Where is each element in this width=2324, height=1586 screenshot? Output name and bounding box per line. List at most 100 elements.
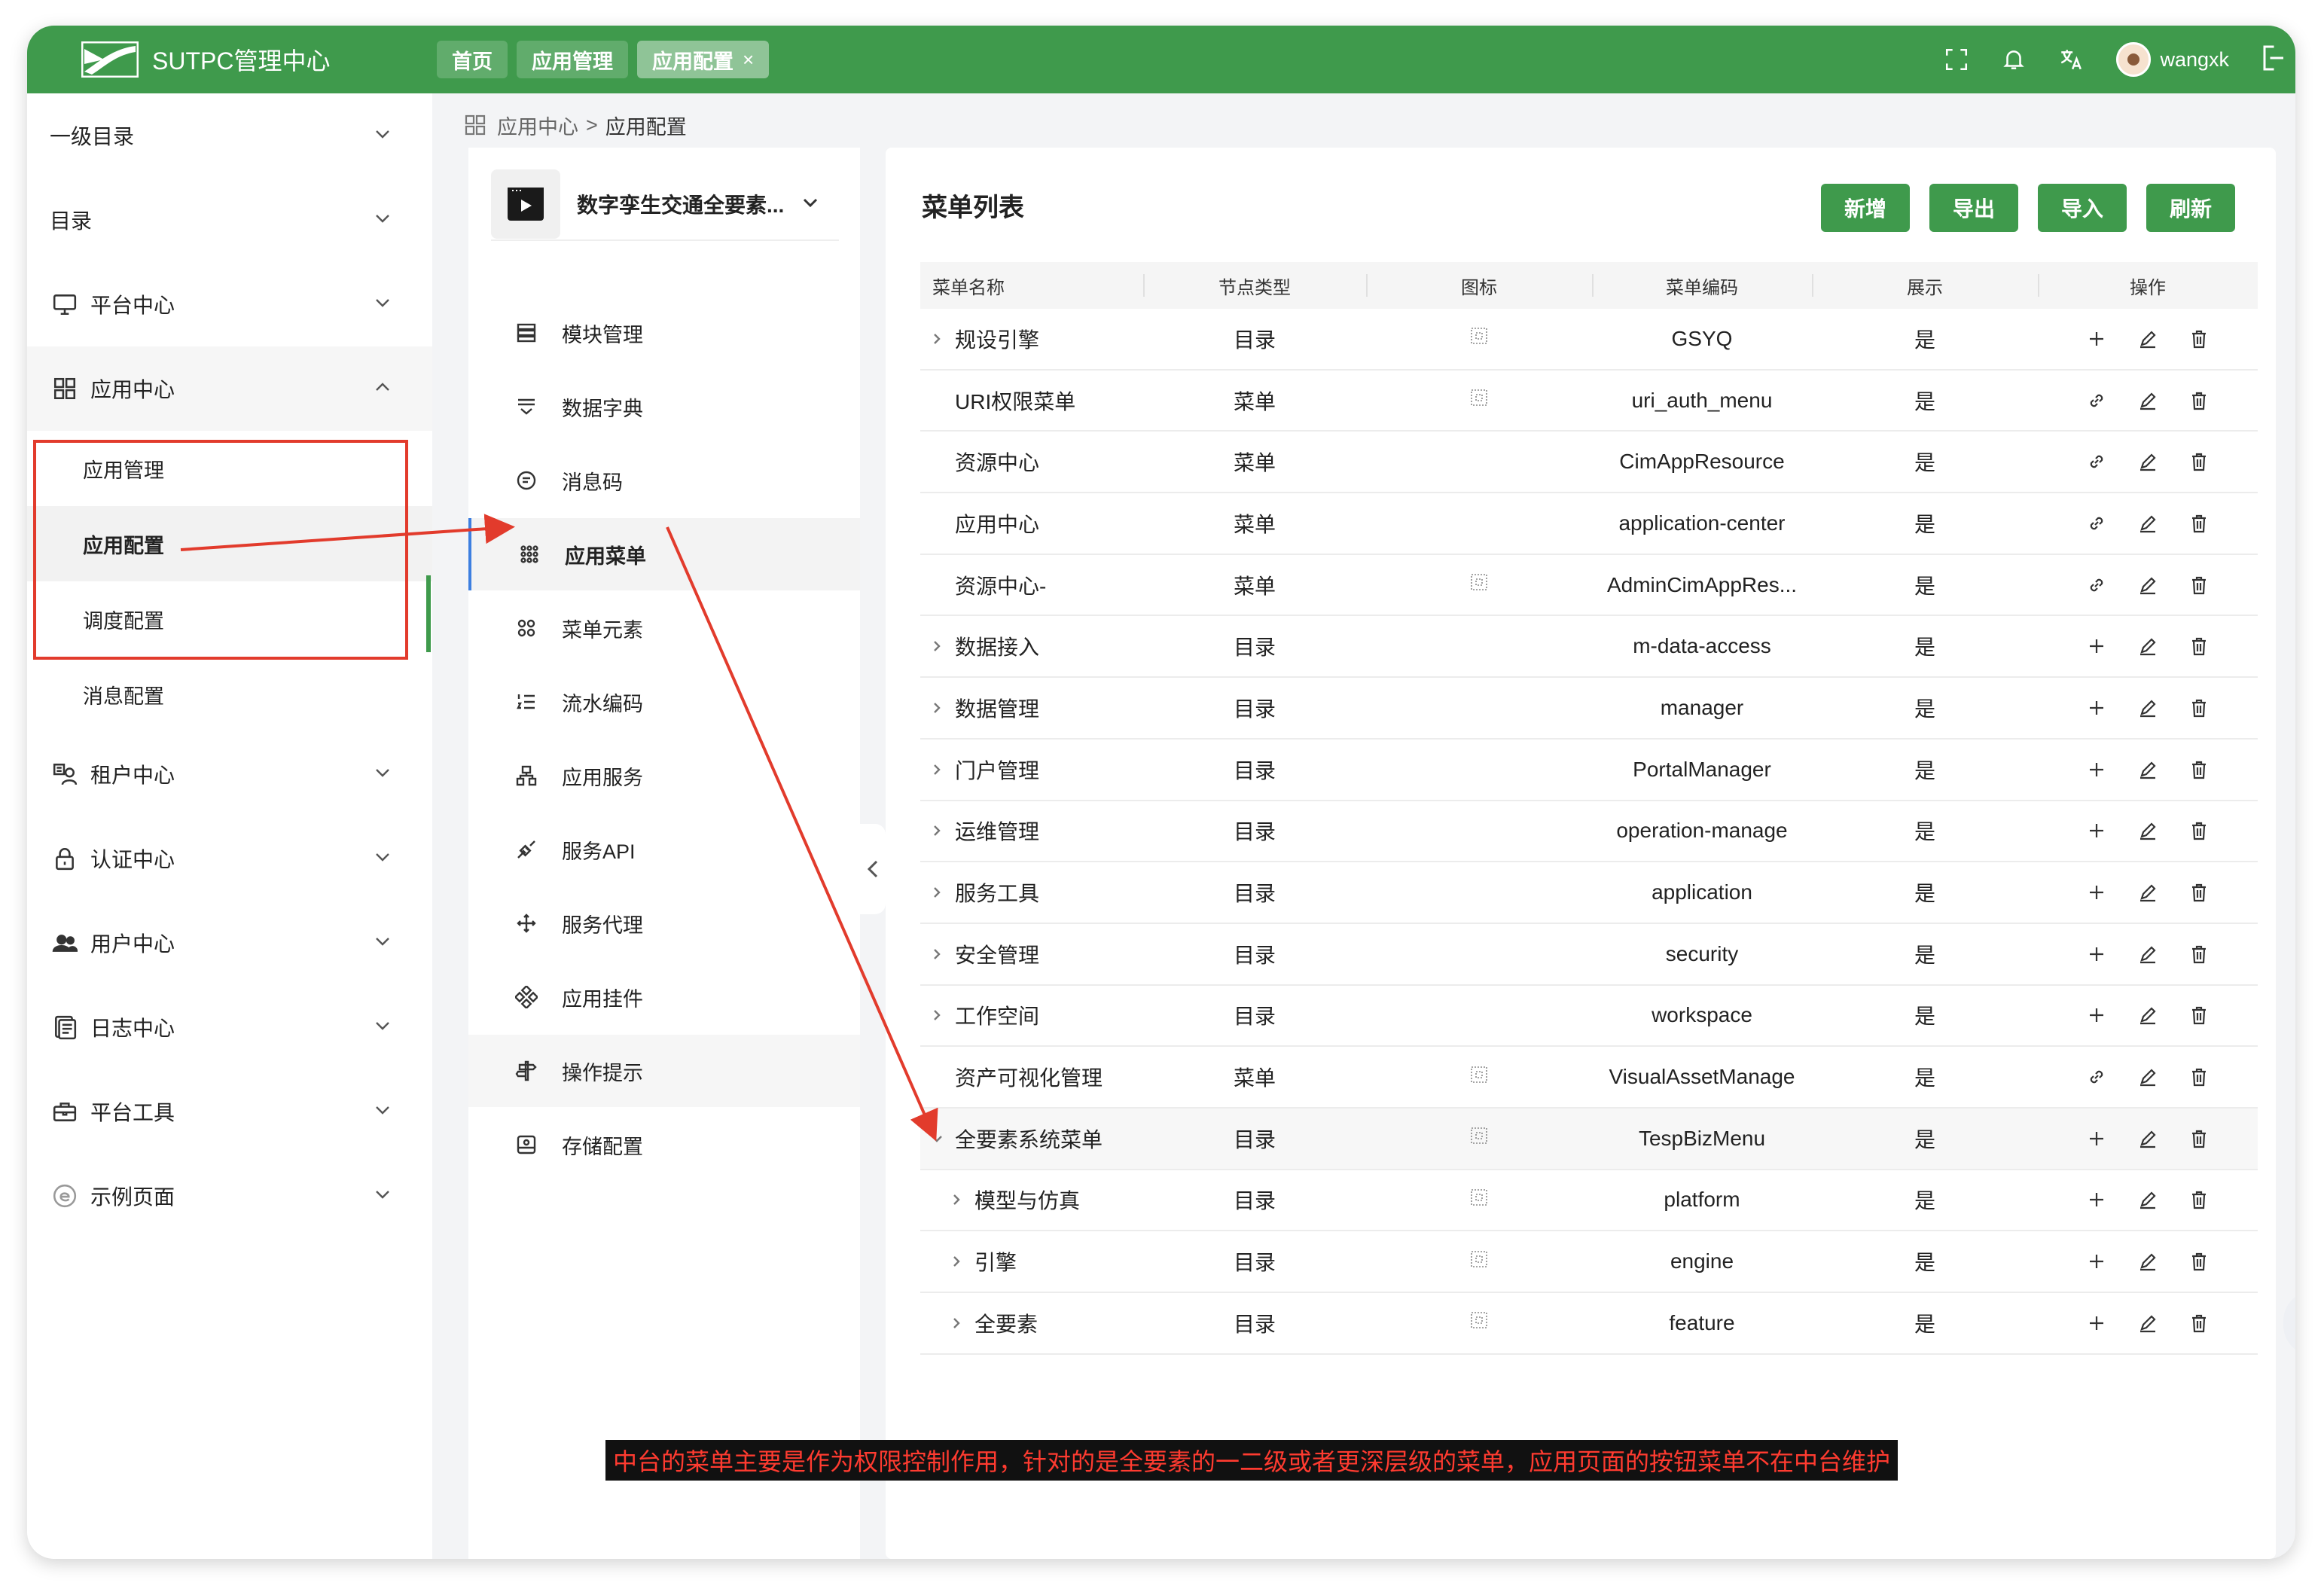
table-row[interactable]: 引擎 目录 engine 是 <box>920 1231 2258 1293</box>
edit-icon[interactable] <box>2135 880 2161 905</box>
edit-icon[interactable] <box>2135 326 2161 352</box>
add-child-icon[interactable] <box>2084 1187 2109 1212</box>
translate-icon[interactable] <box>2056 44 2086 75</box>
config-menu-item-app-service[interactable]: 应用服务 <box>468 740 860 812</box>
edit-icon[interactable] <box>2135 511 2161 536</box>
edit-icon[interactable] <box>2135 1187 2161 1212</box>
add-child-icon[interactable] <box>2084 941 2109 967</box>
edit-icon[interactable] <box>2135 1310 2161 1336</box>
table-row[interactable]: 门户管理 目录 PortalManager 是 <box>920 740 2258 801</box>
chevron-right-icon[interactable] <box>926 328 947 349</box>
add-child-icon[interactable] <box>2084 880 2109 905</box>
refresh-button[interactable]: 刷新 <box>2146 184 2235 232</box>
add-button[interactable]: 新增 <box>1821 184 1910 232</box>
fullscreen-icon[interactable] <box>1941 44 1972 75</box>
config-menu-item-app-widget[interactable]: 应用挂件 <box>468 961 860 1033</box>
edit-icon[interactable] <box>2135 633 2161 659</box>
table-row[interactable]: 全要素系统菜单 目录 TespBizMenu 是 <box>920 1108 2258 1170</box>
link-icon[interactable] <box>2084 572 2109 598</box>
table-row[interactable]: 工作空间 目录 workspace 是 <box>920 986 2258 1048</box>
add-child-icon[interactable] <box>2084 1310 2109 1336</box>
table-row[interactable]: 数据接入 目录 m-data-access 是 <box>920 616 2258 679</box>
chevron-right-icon[interactable] <box>926 944 947 965</box>
trash-icon[interactable] <box>2186 449 2212 474</box>
chevron-right-icon[interactable] <box>926 820 947 841</box>
trash-icon[interactable] <box>2186 572 2212 598</box>
config-menu-item-op-hint[interactable]: 操作提示 <box>468 1035 860 1107</box>
username[interactable]: wangxk <box>2160 48 2229 72</box>
app-selector[interactable]: 数字孪生交通全要素... <box>491 169 839 241</box>
table-row[interactable]: 数据管理 目录 manager 是 <box>920 678 2258 740</box>
config-menu-item-message-code[interactable]: 消息码 <box>468 444 860 517</box>
close-icon[interactable]: × <box>743 48 754 72</box>
table-row[interactable]: 资源中心- 菜单 AdminCimAppRes... 是 <box>920 555 2258 617</box>
edit-icon[interactable] <box>2135 388 2161 413</box>
config-menu-item-service-proxy[interactable]: 服务代理 <box>468 887 860 959</box>
trash-icon[interactable] <box>2186 511 2212 536</box>
sidebar-item-user-center[interactable]: 用户中心 <box>27 901 432 985</box>
chevron-right-icon[interactable] <box>946 1251 967 1272</box>
chevron-right-icon[interactable] <box>946 1189 967 1210</box>
sidebar-item-app-center[interactable]: 应用中心 <box>27 346 432 431</box>
table-row[interactable]: 规设引擎 目录 GSYQ 是 <box>920 309 2258 371</box>
sidebar-item-tenant-center[interactable]: 租户中心 <box>27 732 432 816</box>
logo[interactable]: SUTPC管理中心 <box>81 41 398 78</box>
config-menu-item-app-menu[interactable]: 应用菜单 <box>468 518 860 590</box>
config-menu-item-serial-code[interactable]: 流水编码 <box>468 666 860 738</box>
chevron-right-icon[interactable] <box>926 636 947 657</box>
edit-icon[interactable] <box>2135 1064 2161 1090</box>
table-row[interactable]: 服务工具 目录 application 是 <box>920 862 2258 924</box>
add-child-icon[interactable] <box>2084 818 2109 843</box>
config-menu-item-menu-element[interactable]: 菜单元素 <box>468 592 860 664</box>
sidebar-item-auth-center[interactable]: 认证中心 <box>27 816 432 901</box>
link-icon[interactable] <box>2084 511 2109 536</box>
add-child-icon[interactable] <box>2084 757 2109 782</box>
trash-icon[interactable] <box>2186 1249 2212 1274</box>
config-menu-item-module[interactable]: 模块管理 <box>468 297 860 369</box>
import-button[interactable]: 导入 <box>2038 184 2127 232</box>
tab-home[interactable]: 首页 <box>437 41 508 78</box>
sidebar-item-platform-center[interactable]: 平台中心 <box>27 262 432 346</box>
edit-icon[interactable] <box>2135 1249 2161 1274</box>
add-child-icon[interactable] <box>2084 633 2109 659</box>
trash-icon[interactable] <box>2186 1002 2212 1028</box>
trash-icon[interactable] <box>2186 1310 2212 1336</box>
edit-icon[interactable] <box>2135 818 2161 843</box>
add-child-icon[interactable] <box>2084 326 2109 352</box>
trash-icon[interactable] <box>2186 326 2212 352</box>
chevron-right-icon[interactable] <box>926 759 947 780</box>
table-row[interactable]: 资产可视化管理 菜单 VisualAssetManage 是 <box>920 1047 2258 1109</box>
sidebar-item-log-center[interactable]: 日志中心 <box>27 985 432 1069</box>
trash-icon[interactable] <box>2186 388 2212 413</box>
collapse-panel-handle[interactable] <box>860 824 886 914</box>
edit-icon[interactable] <box>2135 1126 2161 1151</box>
table-row[interactable]: 安全管理 目录 security 是 <box>920 924 2258 986</box>
export-button[interactable]: 导出 <box>1929 184 2018 232</box>
config-menu-item-storage[interactable]: 存储配置 <box>468 1109 860 1181</box>
edit-icon[interactable] <box>2135 572 2161 598</box>
trash-icon[interactable] <box>2186 1064 2212 1090</box>
table-row[interactable]: 应用中心 菜单 application-center 是 <box>920 493 2258 555</box>
tab-app-management[interactable]: 应用管理 <box>517 41 628 78</box>
table-row[interactable]: 模型与仿真 目录 platform 是 <box>920 1170 2258 1232</box>
chevron-down-icon[interactable] <box>926 1128 947 1149</box>
trash-icon[interactable] <box>2186 633 2212 659</box>
add-child-icon[interactable] <box>2084 1002 2109 1028</box>
floating-assistant[interactable] <box>2283 1291 2295 1356</box>
trash-icon[interactable] <box>2186 757 2212 782</box>
add-child-icon[interactable] <box>2084 1126 2109 1151</box>
chevron-right-icon[interactable] <box>926 697 947 718</box>
sidebar-item-dir[interactable]: 目录 <box>27 178 432 262</box>
edit-icon[interactable] <box>2135 941 2161 967</box>
trash-icon[interactable] <box>2186 695 2212 721</box>
sidebar-subitem-message-config[interactable]: 消息配置 <box>27 657 432 732</box>
config-menu-item-service-api[interactable]: 服务API <box>468 813 860 886</box>
link-icon[interactable] <box>2084 1064 2109 1090</box>
add-child-icon[interactable] <box>2084 1249 2109 1274</box>
trash-icon[interactable] <box>2186 941 2212 967</box>
add-child-icon[interactable] <box>2084 695 2109 721</box>
edit-icon[interactable] <box>2135 695 2161 721</box>
chevron-right-icon[interactable] <box>926 1005 947 1026</box>
table-row[interactable]: 全要素 目录 feature 是 <box>920 1293 2258 1355</box>
edit-icon[interactable] <box>2135 1002 2161 1028</box>
